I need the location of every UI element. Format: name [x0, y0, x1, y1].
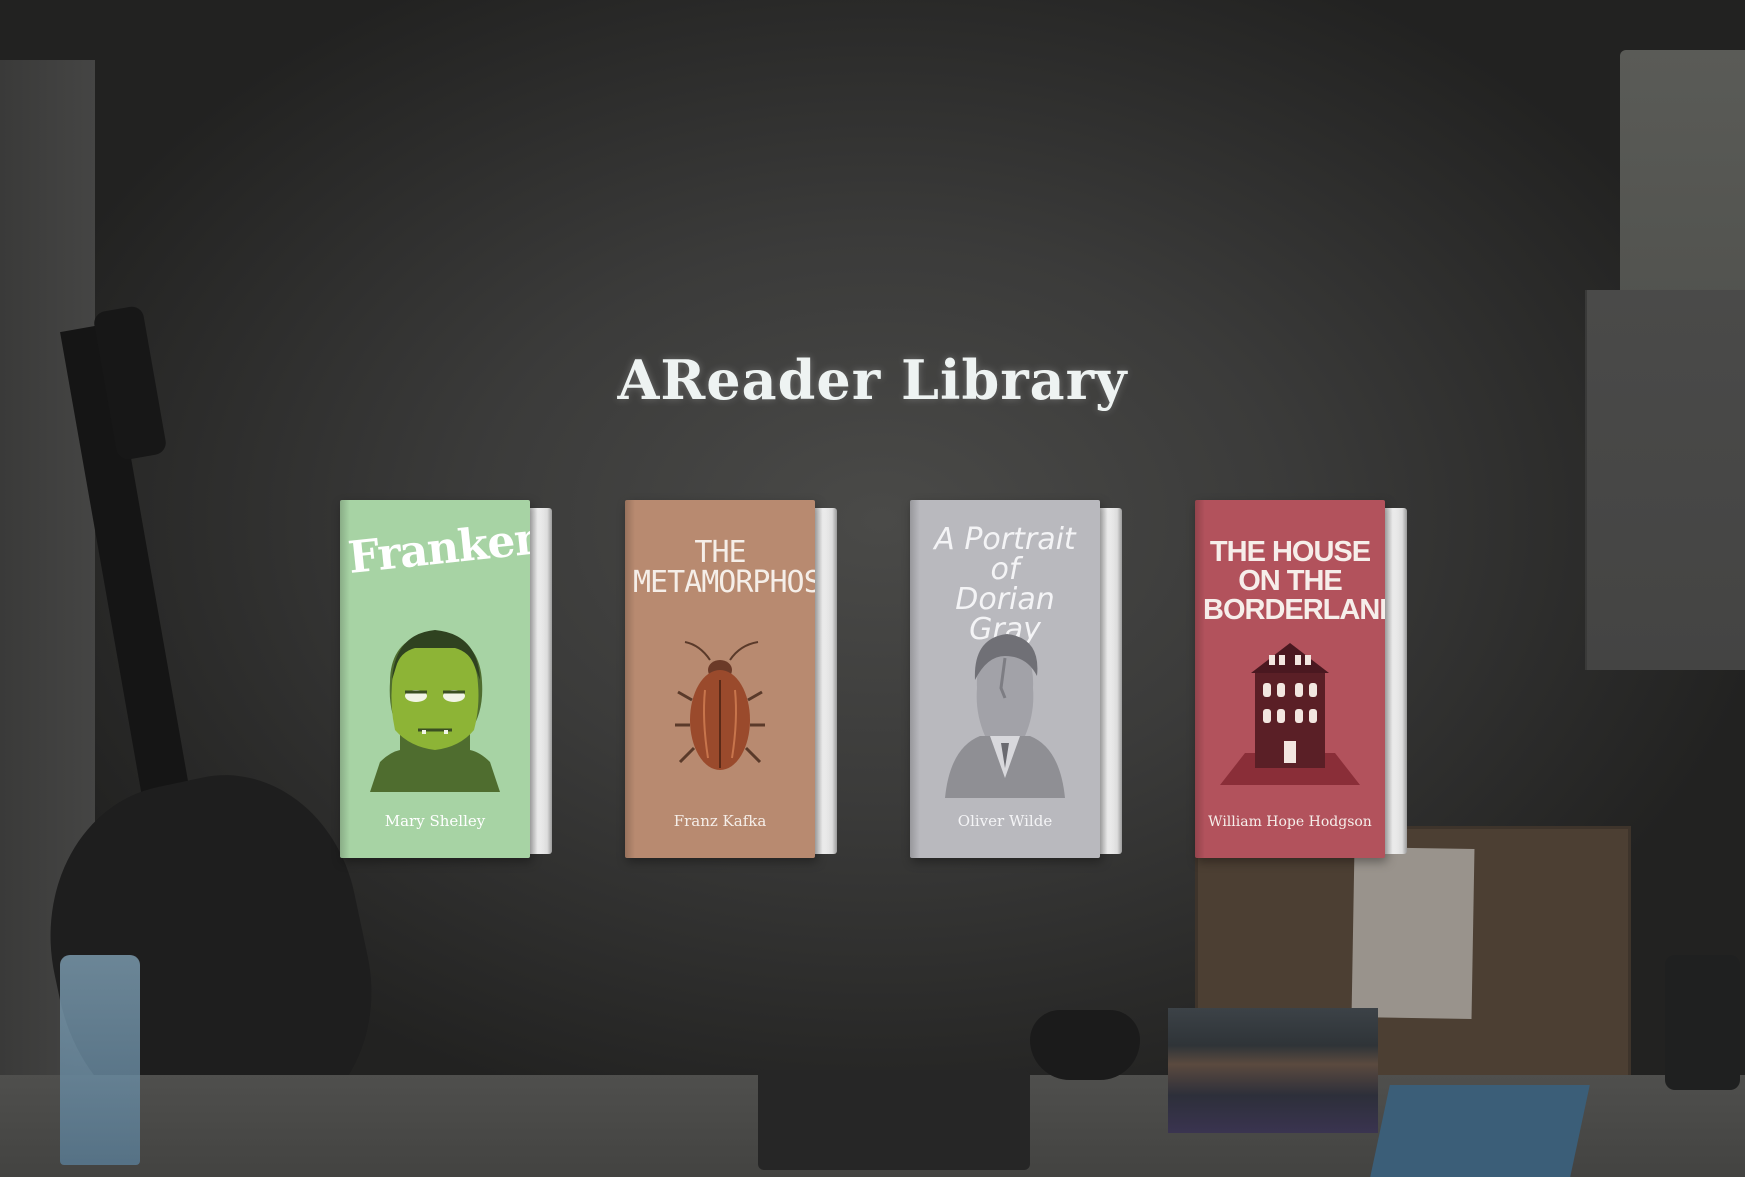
book-pages-edge — [528, 508, 552, 854]
book-cover[interactable]: THE METAMORPHOSIS Franz Kafka — [625, 500, 815, 858]
book-title: THE METAMORPHOSIS — [633, 535, 815, 600]
book-shelf: Frankenstein Mary Shelley THE METAMORPHO… — [0, 0, 1745, 1177]
book-author: Mary Shelley — [384, 812, 486, 830]
victorian-house-icon — [1220, 643, 1360, 785]
book-author: Oliver Wilde — [957, 812, 1053, 830]
ar-camera-view: AReader Library Frankenstein Mary Shelle… — [0, 0, 1745, 1177]
book-the-house-on-the-borderland[interactable]: THE HOUSE ON THE BORDERLAND William Hope… — [1195, 500, 1407, 858]
book-pages-edge — [813, 508, 837, 854]
book-cover[interactable]: Frankenstein Mary Shelley — [340, 500, 530, 858]
book-pages-edge — [1098, 508, 1122, 854]
book-the-metamorphosis[interactable]: THE METAMORPHOSIS Franz Kafka — [625, 500, 837, 858]
beetle-icon — [675, 641, 765, 770]
gentleman-portrait-icon — [945, 634, 1065, 798]
book-author: Franz Kafka — [673, 812, 767, 830]
book-cover[interactable]: THE HOUSE ON THE BORDERLAND William Hope… — [1195, 500, 1385, 858]
book-a-portrait-of-dorian-gray[interactable]: A Portrait of Dorian Gray Oliver Wilde — [910, 500, 1122, 858]
book-title: Frankenstein — [345, 500, 530, 584]
monster-face-icon — [370, 630, 500, 792]
book-pages-edge — [1383, 508, 1407, 854]
book-author: William Hope Hodgson — [1208, 814, 1372, 830]
book-title: THE HOUSE ON THE BORDERLAND — [1203, 536, 1385, 626]
book-cover[interactable]: A Portrait of Dorian Gray Oliver Wilde — [910, 500, 1100, 858]
book-frankenstein[interactable]: Frankenstein Mary Shelley — [340, 500, 552, 858]
